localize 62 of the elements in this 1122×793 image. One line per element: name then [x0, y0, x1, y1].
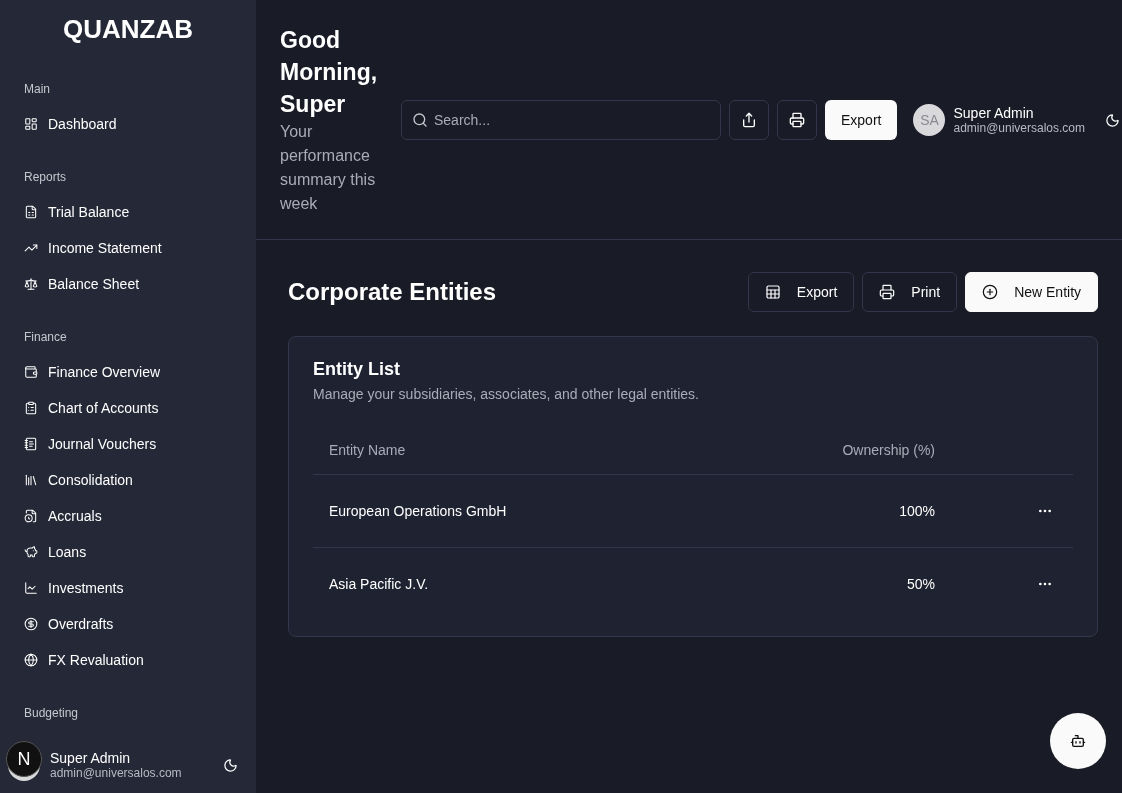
nav-item[interactable]: Loans — [24, 534, 244, 570]
avatar: SA — [913, 104, 946, 136]
user-name: Super Admin — [50, 750, 132, 766]
line-chart-icon — [24, 581, 38, 595]
plus-circle-icon — [982, 284, 999, 300]
column-header: Ownership (%) — [713, 426, 952, 475]
notebook-icon — [24, 437, 38, 451]
action-button[interactable]: New Entity — [965, 272, 1099, 312]
nav-item[interactable]: Accruals — [24, 498, 244, 534]
piggy-bank-icon — [24, 545, 38, 559]
user-email: admin@universalos.com — [953, 121, 1086, 135]
search-icon — [412, 112, 428, 128]
file-clock-icon — [24, 509, 38, 523]
nav-item[interactable]: Dashboard — [24, 106, 244, 142]
share-icon — [741, 112, 757, 128]
nav-item[interactable]: Consolidation — [24, 462, 244, 498]
logo: QUANZAB — [62, 13, 194, 46]
section-title: Main — [24, 82, 51, 96]
moon-icon[interactable] — [223, 757, 238, 773]
nav-item[interactable]: Trial Balance — [24, 194, 244, 230]
printer-icon — [789, 112, 805, 128]
section-title: Budgeting — [24, 706, 80, 720]
printer-icon — [879, 284, 896, 300]
greeting: Good Morning, Super — [280, 26, 379, 119]
section-title: Finance — [24, 330, 68, 344]
nav-item[interactable]: Investments — [24, 570, 244, 606]
user-email: admin@universalos.com — [50, 766, 183, 780]
table-cell: European Operations GmbH — [313, 474, 714, 548]
clipboard-icon — [24, 401, 38, 415]
nav-item[interactable]: Journal Vouchers — [24, 426, 244, 462]
nav-item[interactable]: Finance Overview — [24, 354, 244, 390]
dollar-icon — [24, 617, 38, 631]
nav-item[interactable]: Income Statement — [24, 230, 244, 266]
spreadsheet-icon — [24, 205, 38, 219]
moon-icon[interactable] — [1105, 112, 1121, 128]
dashboard-icon — [24, 117, 38, 131]
globe-icon — [24, 653, 38, 667]
table-cell: 100% — [713, 474, 952, 548]
user-name: Super Admin — [953, 105, 1035, 121]
action-button[interactable]: Print — [862, 272, 958, 312]
table-cell: 50% — [713, 547, 952, 620]
action-button[interactable]: Export — [747, 272, 855, 312]
export-button[interactable]: Export — [825, 100, 898, 140]
section-title: Reports — [24, 170, 68, 184]
search-field[interactable]: Search... — [401, 100, 721, 140]
robot-icon — [1070, 733, 1087, 749]
scale-icon — [24, 277, 38, 291]
nav-item[interactable]: Overdrafts — [24, 606, 244, 642]
wallet-icon — [24, 365, 38, 379]
table-cell: Asia Pacific J.V. — [313, 547, 714, 620]
nav-item[interactable]: Balance Sheet — [24, 266, 244, 302]
subtitle: Your performance summary this week — [280, 122, 377, 214]
table-icon — [764, 284, 781, 300]
card-title: Entity List — [313, 359, 401, 380]
nav-item[interactable]: Chart of Accounts — [24, 390, 244, 426]
share-button[interactable] — [729, 100, 769, 140]
column-header: Entity Name — [313, 426, 714, 475]
library-icon — [24, 473, 38, 487]
card-description: Manage your subsidiaries, associates, and other legal entities. — [313, 386, 700, 402]
page-title: Corporate Entities — [288, 278, 497, 306]
print-button[interactable] — [777, 100, 817, 140]
nav-item[interactable]: FX Revaluation — [24, 642, 244, 678]
